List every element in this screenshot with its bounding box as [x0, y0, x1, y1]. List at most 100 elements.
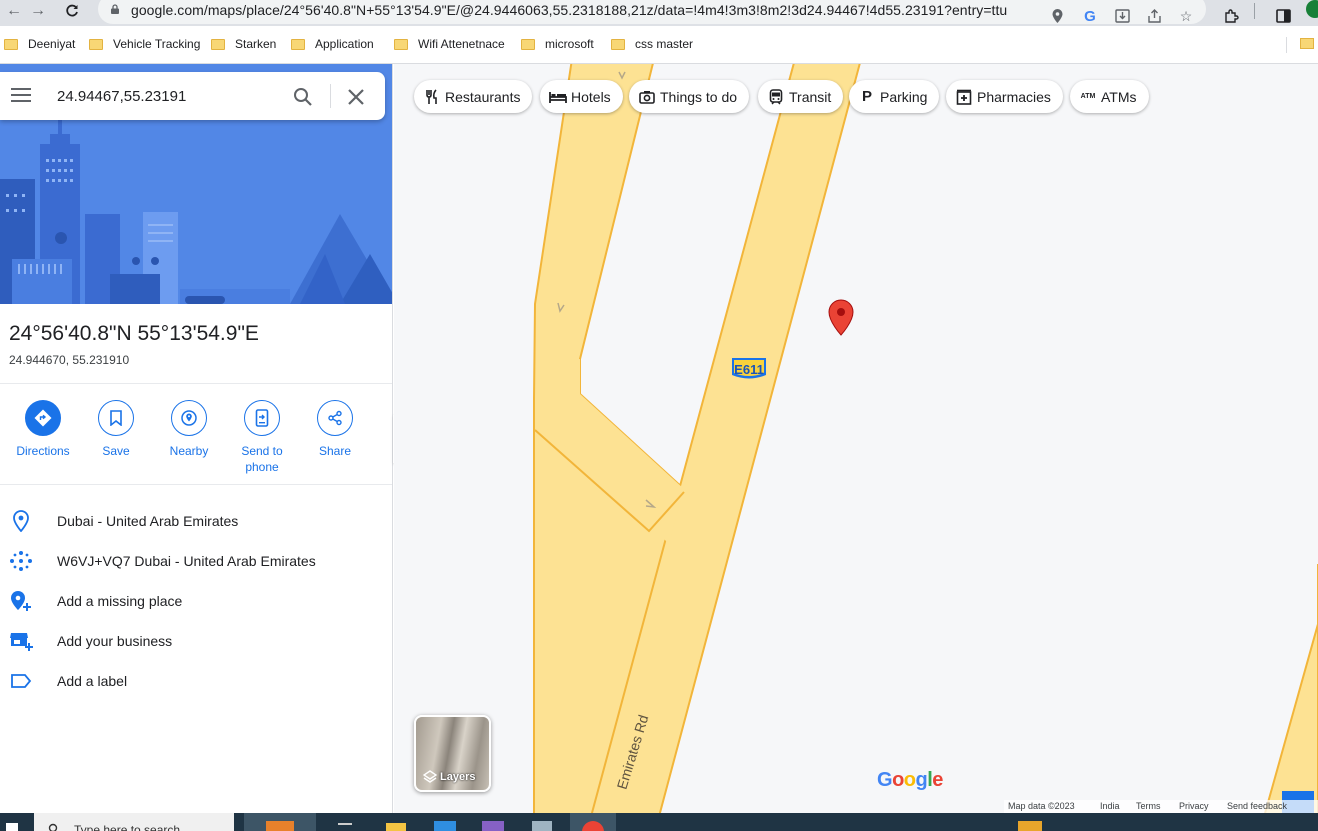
- side-panel-icon[interactable]: [1274, 8, 1292, 24]
- tray-app-icon[interactable]: [1018, 821, 1042, 831]
- back-icon[interactable]: ←: [2, 0, 26, 22]
- place-title: 24°56'40.8"N 55°13'54.9"E: [9, 322, 259, 345]
- os-taskbar: Type here to search: [0, 813, 1318, 831]
- search-icon: [48, 823, 58, 831]
- google-lens-icon[interactable]: G: [1081, 8, 1099, 25]
- atm-icon: ATM: [1080, 93, 1096, 100]
- nearby-icon: [181, 410, 197, 426]
- map-canvas[interactable]: E611 Emirates Rd Restaurants Hotels Thin…: [394, 64, 1318, 813]
- bookmarks-bar: Deeniyat Vehicle Tracking Starken Applic…: [0, 26, 1318, 64]
- restaurant-icon: [423, 88, 441, 106]
- chip-things-to-do[interactable]: Things to do: [629, 80, 750, 113]
- phone-icon: [255, 409, 269, 427]
- transit-icon: [767, 88, 785, 106]
- chip-atms[interactable]: ATM ATMs: [1070, 80, 1149, 113]
- add-missing-place-text: Add a missing place: [57, 593, 183, 609]
- address-row[interactable]: Dubai - United Arab Emirates: [0, 500, 392, 540]
- vscode-icon[interactable]: [434, 821, 456, 831]
- hotel-icon: [549, 88, 567, 106]
- bookmark-folder[interactable]: Deeniyat: [4, 37, 75, 51]
- layers-icon: [423, 770, 437, 783]
- close-icon[interactable]: [345, 86, 367, 108]
- nearby-button[interactable]: Nearby: [153, 400, 225, 459]
- search-box[interactable]: 24.94467,55.23191: [0, 72, 385, 120]
- reload-icon[interactable]: [60, 0, 84, 22]
- add-business-icon: [9, 630, 33, 652]
- share-page-icon[interactable]: [1145, 8, 1163, 24]
- task-view-icon[interactable]: [338, 823, 352, 831]
- bookmark-folder[interactable]: Wifi Attenetnace: [394, 37, 505, 51]
- map-roads: [533, 64, 1318, 813]
- layers-button[interactable]: Layers: [414, 715, 491, 792]
- add-missing-place-row[interactable]: Add a missing place: [0, 580, 392, 620]
- browser-toolbar: ← → google.com/maps/place/24°56'40.8"N+5…: [0, 0, 1318, 26]
- map-footer: Map data ©2023 India Terms Privacy Send …: [1004, 800, 1318, 813]
- chip-pharmacies[interactable]: Pharmacies: [946, 80, 1063, 113]
- divider: [0, 484, 392, 485]
- bookmark-folder[interactable]: Vehicle Tracking: [89, 37, 200, 51]
- taskbar-app[interactable]: [244, 813, 316, 831]
- privacy-link[interactable]: Privacy: [1179, 801, 1209, 811]
- chip-hotels[interactable]: Hotels: [540, 80, 623, 113]
- install-icon[interactable]: [1113, 8, 1131, 24]
- location-icon[interactable]: [1048, 8, 1066, 24]
- parking-icon: P: [861, 88, 872, 105]
- save-button[interactable]: Save: [80, 400, 152, 459]
- visual-studio-icon[interactable]: [482, 821, 504, 831]
- chip-parking[interactable]: P Parking: [849, 80, 940, 113]
- label-icon: [9, 670, 33, 692]
- add-business-row[interactable]: Add your business: [0, 620, 392, 660]
- chip-restaurants[interactable]: Restaurants: [414, 80, 533, 113]
- add-label-row[interactable]: Add a label: [0, 660, 392, 700]
- search-icon[interactable]: [292, 86, 314, 108]
- map-data-attribution[interactable]: Map data ©2023: [1008, 801, 1075, 811]
- directions-button[interactable]: Directions: [7, 400, 79, 459]
- folder-icon: [4, 38, 18, 50]
- other-bookmarks-folder-icon[interactable]: [1300, 38, 1314, 49]
- directions-icon: [34, 409, 52, 427]
- folder-icon: [394, 38, 408, 50]
- chip-transit[interactable]: Transit: [758, 80, 844, 113]
- bookmark-folder[interactable]: css master: [611, 37, 693, 51]
- place-decimal-coordinates: 24.944670, 55.231910: [9, 353, 130, 367]
- extensions-icon[interactable]: [1222, 8, 1240, 24]
- windows-start-icon[interactable]: [6, 823, 18, 831]
- add-place-icon: [9, 590, 33, 612]
- menu-icon[interactable]: [11, 88, 31, 104]
- file-explorer-icon[interactable]: [386, 823, 406, 831]
- taskbar-app-icon[interactable]: [532, 821, 552, 831]
- forward-icon[interactable]: →: [26, 0, 50, 22]
- region-link[interactable]: India: [1100, 801, 1120, 811]
- plus-code-icon: [9, 550, 33, 572]
- terms-link[interactable]: Terms: [1136, 801, 1161, 811]
- bookmark-star-icon[interactable]: ☆: [1177, 8, 1195, 24]
- folder-icon: [521, 38, 535, 50]
- place-panel: 24.94467,55.23191 24°56'40.8"N 55°13'54.…: [0, 64, 393, 813]
- bookmark-folder[interactable]: Application: [291, 37, 374, 51]
- send-to-phone-button[interactable]: Send to phone: [226, 400, 298, 475]
- chrome-taskbar-button[interactable]: [570, 813, 616, 831]
- share-button[interactable]: Share: [299, 400, 371, 459]
- divider: [0, 383, 392, 384]
- plus-code-row[interactable]: W6VJ+VQ7 Dubai - United Arab Emirates: [0, 540, 392, 580]
- bookmarks-divider: [1286, 37, 1287, 53]
- taskbar-search[interactable]: Type here to search: [34, 813, 234, 831]
- share-icon: [328, 410, 342, 426]
- route-shield-label: E611: [734, 362, 764, 377]
- profile-avatar[interactable]: [1306, 0, 1318, 18]
- location-pin-icon: [9, 510, 33, 532]
- camera-icon: [638, 88, 656, 106]
- folder-icon: [611, 38, 625, 50]
- search-divider: [330, 84, 331, 108]
- bookmark-folder[interactable]: Starken: [211, 37, 276, 51]
- plus-code-text: W6VJ+VQ7 Dubai - United Arab Emirates: [57, 553, 316, 569]
- send-feedback-link[interactable]: Send feedback: [1227, 801, 1287, 811]
- bookmark-folder[interactable]: microsoft: [521, 37, 594, 51]
- folder-icon: [291, 38, 305, 50]
- address-bar[interactable]: google.com/maps/place/24°56'40.8"N+55°13…: [98, 0, 1206, 24]
- search-input[interactable]: 24.94467,55.23191: [57, 88, 186, 105]
- lock-icon[interactable]: [110, 4, 120, 14]
- url-text: google.com/maps/place/24°56'40.8"N+55°13…: [131, 2, 1008, 18]
- google-logo: Google: [877, 769, 943, 791]
- bookmark-icon: [110, 410, 122, 426]
